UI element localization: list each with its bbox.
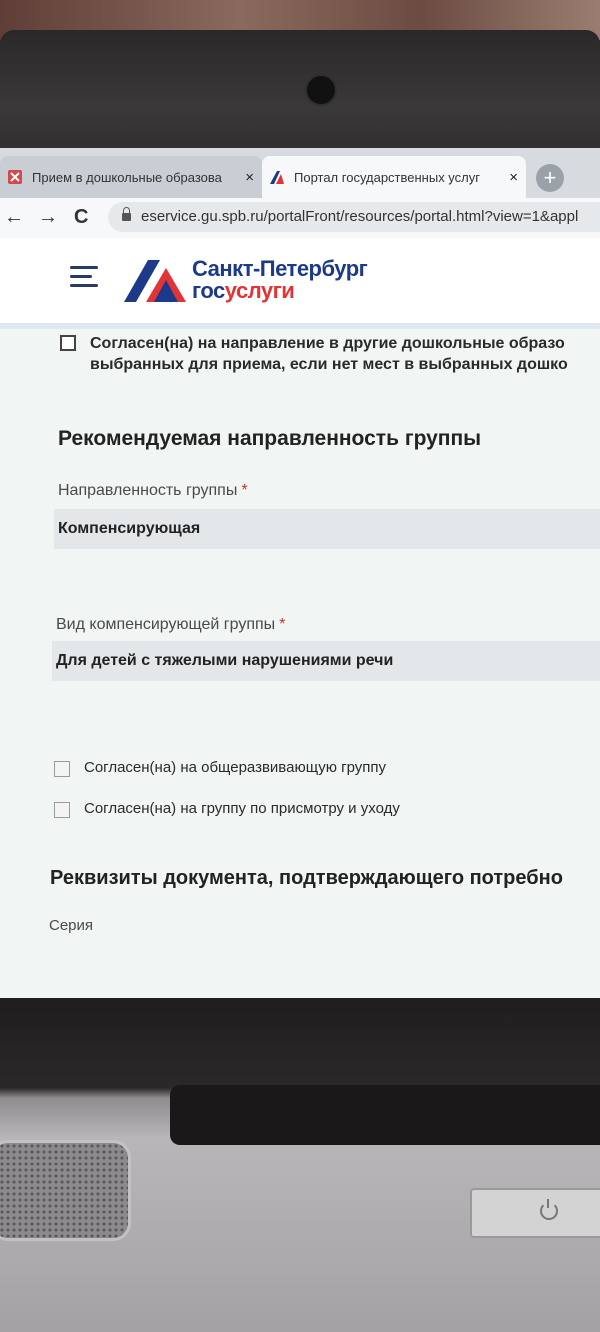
agree-care-group-row[interactable]: Согласен(на) на группу по присмотру и ух…: [54, 800, 400, 818]
agree-care-group-checkbox[interactable]: [54, 802, 70, 818]
agree-other-kindergartens-checkbox[interactable]: [60, 335, 76, 351]
gosuslugi-favicon-icon: [270, 171, 284, 184]
webcam: [305, 74, 337, 106]
reload-icon[interactable]: C: [74, 206, 88, 229]
laptop-screen: Прием в дошкольные образова × Портал гос…: [0, 148, 600, 998]
tab-gov-services-portal[interactable]: Портал государственных услуг ×: [262, 156, 526, 198]
group-focus-label: Направленность группы *: [58, 482, 248, 499]
laptop-bezel-top: [0, 30, 600, 160]
tab-favicon-icon: [8, 170, 22, 184]
site-header: Санкт-Петербург госуслуги: [0, 238, 600, 329]
tab-preschool-admission[interactable]: Прием в дошкольные образова ×: [0, 156, 262, 198]
series-label: Серия: [49, 917, 94, 934]
tab-title: Портал государственных услуг: [294, 169, 480, 185]
lock-icon: [122, 207, 131, 221]
logo-gos-suffix: услуги: [224, 278, 295, 303]
required-asterisk: *: [241, 482, 248, 499]
required-asterisk: *: [279, 616, 286, 633]
agree-other-kindergartens-row[interactable]: Согласен(на) на направление в другие дош…: [60, 333, 568, 375]
agree-general-group-checkbox[interactable]: [54, 761, 70, 777]
tab-close-icon[interactable]: ×: [509, 169, 518, 186]
compensating-group-type-label: Вид компенсирующей группы *: [56, 616, 286, 633]
logo-gosuslugi-text: госуслуги: [192, 278, 295, 304]
new-tab-button[interactable]: +: [536, 164, 564, 192]
tab-close-icon[interactable]: ×: [245, 169, 254, 186]
agree-care-group-label: Согласен(на) на группу по присмотру и ух…: [84, 800, 400, 817]
logo-gos-prefix: гос: [192, 278, 225, 303]
back-arrow-icon[interactable]: ←: [4, 206, 24, 229]
gosuslugi-logo-icon[interactable]: [124, 258, 186, 304]
browser-tab-strip: Прием в дошкольные образова × Портал гос…: [0, 148, 600, 198]
browser-address-bar: ← → C eservice.gu.spb.ru/portalFront/res…: [0, 198, 600, 239]
speaker-grille: [0, 1140, 131, 1241]
tab-title: Прием в дошкольные образова: [32, 169, 222, 185]
agree-general-group-row[interactable]: Согласен(на) на общеразвивающую группу: [54, 759, 386, 777]
compensating-group-type-select[interactable]: Для детей с тяжелыми нарушениями речи: [52, 641, 600, 681]
forward-arrow-icon[interactable]: →: [38, 206, 58, 229]
url-input[interactable]: eservice.gu.spb.ru/portalFront/resources…: [108, 202, 600, 232]
url-text: eservice.gu.spb.ru/portalFront/resources…: [141, 208, 579, 225]
power-icon[interactable]: [540, 1199, 558, 1220]
hamburger-menu-icon[interactable]: [70, 266, 98, 293]
form-content: Согласен(на) на направление в другие дош…: [0, 329, 600, 998]
section-title-group-focus: Рекомендуемая направленность группы: [58, 427, 482, 450]
section-title-document-details: Реквизиты документа, подтверждающего пот…: [50, 867, 563, 889]
group-focus-select[interactable]: Компенсирующая: [54, 509, 600, 549]
agree-other-kindergartens-label: Согласен(на) на направление в другие дош…: [90, 335, 568, 373]
power-button-panel: [470, 1188, 600, 1238]
laptop-hinge: [170, 1085, 600, 1145]
agree-general-group-label: Согласен(на) на общеразвивающую группу: [84, 759, 387, 776]
